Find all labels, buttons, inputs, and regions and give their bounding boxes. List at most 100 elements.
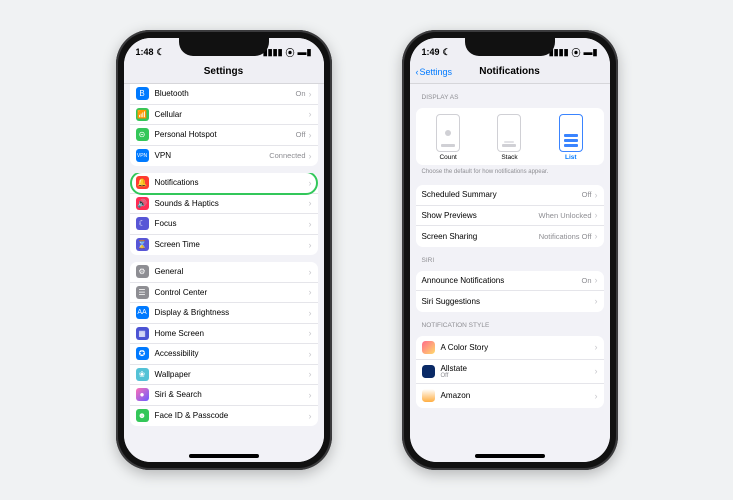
row-app-a-color-story[interactable]: A Color Story › bbox=[416, 336, 604, 360]
chevron-right-icon: › bbox=[309, 328, 312, 338]
row-label: Show Previews bbox=[422, 211, 539, 220]
row-label: Cellular bbox=[155, 110, 306, 119]
bell-icon: 🔔 bbox=[136, 176, 149, 189]
row-screen-sharing[interactable]: Screen Sharing Notifications Off › bbox=[416, 226, 604, 247]
row-accessibility[interactable]: ✪ Accessibility › bbox=[130, 344, 318, 365]
display-as-stack[interactable]: Stack bbox=[497, 114, 521, 161]
app-name: Amazon bbox=[441, 391, 592, 400]
row-scheduled-summary[interactable]: Scheduled Summary Off › bbox=[416, 185, 604, 206]
row-value: Off bbox=[582, 190, 592, 199]
phone-notifications: 1:49 ☾ ▮▮▮▮ ⦿ ▬▮ ‹ Settings Notification… bbox=[402, 30, 618, 470]
row-homescreen[interactable]: ▦ Home Screen › bbox=[130, 324, 318, 345]
row-screentime[interactable]: ⌛ Screen Time › bbox=[130, 235, 318, 256]
home-indicator[interactable] bbox=[475, 454, 545, 458]
row-hotspot[interactable]: ⊝ Personal Hotspot Off › bbox=[130, 125, 318, 146]
row-label: Sounds & Haptics bbox=[155, 199, 306, 208]
row-bluetooth[interactable]: B Bluetooth On › bbox=[130, 84, 318, 105]
chevron-right-icon: › bbox=[595, 275, 598, 285]
row-show-previews[interactable]: Show Previews When Unlocked › bbox=[416, 206, 604, 227]
settings-group-alerts: 🔔 Notifications › 🔊 Sounds & Haptics › ☾… bbox=[130, 173, 318, 255]
notch bbox=[465, 38, 555, 56]
row-label: Wallpaper bbox=[155, 370, 306, 379]
row-label: Siri Suggestions bbox=[422, 297, 592, 306]
home-indicator[interactable] bbox=[189, 454, 259, 458]
nav-bar: ‹ Settings Notifications bbox=[410, 60, 610, 84]
faceid-icon: ☻ bbox=[136, 409, 149, 422]
chevron-right-icon: › bbox=[309, 198, 312, 208]
row-app-amazon[interactable]: Amazon › bbox=[416, 384, 604, 408]
page-title: Settings bbox=[204, 66, 243, 77]
nav-bar: Settings bbox=[124, 60, 324, 84]
chevron-right-icon: › bbox=[595, 391, 598, 401]
row-general[interactable]: ⚙ General › bbox=[130, 262, 318, 283]
cellular-icon: 📶 bbox=[136, 108, 149, 121]
moon-icon: ☾ bbox=[443, 47, 451, 58]
chevron-right-icon: › bbox=[309, 369, 312, 379]
row-label: Notifications bbox=[155, 178, 306, 187]
row-display[interactable]: AA Display & Brightness › bbox=[130, 303, 318, 324]
row-label: Home Screen bbox=[155, 329, 306, 338]
display-as-list[interactable]: List bbox=[559, 114, 583, 161]
row-app-allstate[interactable]: Allstate Off › bbox=[416, 360, 604, 384]
wifi-icon: ⦿ bbox=[286, 46, 295, 59]
chevron-left-icon: ‹ bbox=[416, 67, 419, 77]
chevron-right-icon: › bbox=[309, 151, 312, 161]
display-as-count[interactable]: Count bbox=[436, 114, 460, 161]
row-value: Connected bbox=[269, 151, 305, 160]
row-label: Announce Notifications bbox=[422, 276, 582, 285]
chevron-right-icon: › bbox=[309, 390, 312, 400]
stack-glyph-icon bbox=[497, 114, 521, 152]
row-wallpaper[interactable]: ❀ Wallpaper › bbox=[130, 365, 318, 386]
chevron-right-icon: › bbox=[309, 178, 312, 188]
row-label: General bbox=[155, 267, 306, 276]
settings-scroll[interactable]: B Bluetooth On › 📶 Cellular › ⊝ Personal… bbox=[124, 84, 324, 462]
row-siri[interactable]: ● Siri & Search › bbox=[130, 385, 318, 406]
wifi-icon: ⦿ bbox=[572, 46, 581, 59]
app-icon bbox=[422, 341, 435, 354]
row-siri-suggestions[interactable]: Siri Suggestions › bbox=[416, 291, 604, 312]
chevron-right-icon: › bbox=[309, 219, 312, 229]
display-as-picker: Count Stack List bbox=[416, 108, 604, 165]
moon-icon: ☾ bbox=[157, 47, 165, 58]
row-focus[interactable]: ☾ Focus › bbox=[130, 214, 318, 235]
chevron-right-icon: › bbox=[309, 349, 312, 359]
row-announce[interactable]: Announce Notifications On › bbox=[416, 271, 604, 292]
sliders-icon: ☰ bbox=[136, 286, 149, 299]
back-button[interactable]: ‹ Settings bbox=[416, 67, 453, 77]
row-label: Bluetooth bbox=[155, 89, 296, 98]
list-glyph-icon bbox=[559, 114, 583, 152]
moon-icon: ☾ bbox=[136, 217, 149, 230]
chevron-right-icon: › bbox=[595, 296, 598, 306]
vpn-icon: VPN bbox=[136, 149, 149, 162]
row-label: Face ID & Passcode bbox=[155, 411, 306, 420]
hotspot-icon: ⊝ bbox=[136, 128, 149, 141]
chevron-right-icon: › bbox=[595, 210, 598, 220]
gear-icon: ⚙ bbox=[136, 265, 149, 278]
row-value: When Unlocked bbox=[539, 211, 592, 220]
settings-group-connectivity: B Bluetooth On › 📶 Cellular › ⊝ Personal… bbox=[130, 84, 318, 166]
display-as-label: Stack bbox=[501, 154, 517, 161]
status-indicators: ▮▮▮▮ ⦿ ▬▮ bbox=[263, 44, 312, 60]
display-as-label: Count bbox=[439, 154, 456, 161]
chevron-right-icon: › bbox=[309, 130, 312, 140]
chevron-right-icon: › bbox=[309, 89, 312, 99]
row-controlcenter[interactable]: ☰ Control Center › bbox=[130, 283, 318, 304]
display-as-label: List bbox=[565, 154, 577, 161]
flower-icon: ❀ bbox=[136, 368, 149, 381]
battery-icon: ▬▮ bbox=[298, 47, 312, 58]
section-footer: Choose the default for how notifications… bbox=[422, 169, 598, 175]
row-vpn[interactable]: VPN VPN Connected › bbox=[130, 146, 318, 167]
row-cellular[interactable]: 📶 Cellular › bbox=[130, 105, 318, 126]
text-size-icon: AA bbox=[136, 306, 149, 319]
notifications-scroll[interactable]: Display As Count Stack List bbox=[410, 84, 610, 462]
siri-group: Announce Notifications On › Siri Suggest… bbox=[416, 271, 604, 312]
screen: 1:48 ☾ ▮▮▮▮ ⦿ ▬▮ Settings B Bluetooth On… bbox=[124, 38, 324, 462]
row-faceid[interactable]: ☻ Face ID & Passcode › bbox=[130, 406, 318, 427]
status-indicators: ▮▮▮▮ ⦿ ▬▮ bbox=[549, 44, 598, 60]
row-value: On bbox=[295, 89, 305, 98]
phone-settings: 1:48 ☾ ▮▮▮▮ ⦿ ▬▮ Settings B Bluetooth On… bbox=[116, 30, 332, 470]
row-notifications[interactable]: 🔔 Notifications › bbox=[130, 173, 318, 194]
display-as-group: Count Stack List bbox=[416, 108, 604, 165]
row-sounds[interactable]: 🔊 Sounds & Haptics › bbox=[130, 194, 318, 215]
chevron-right-icon: › bbox=[595, 190, 598, 200]
